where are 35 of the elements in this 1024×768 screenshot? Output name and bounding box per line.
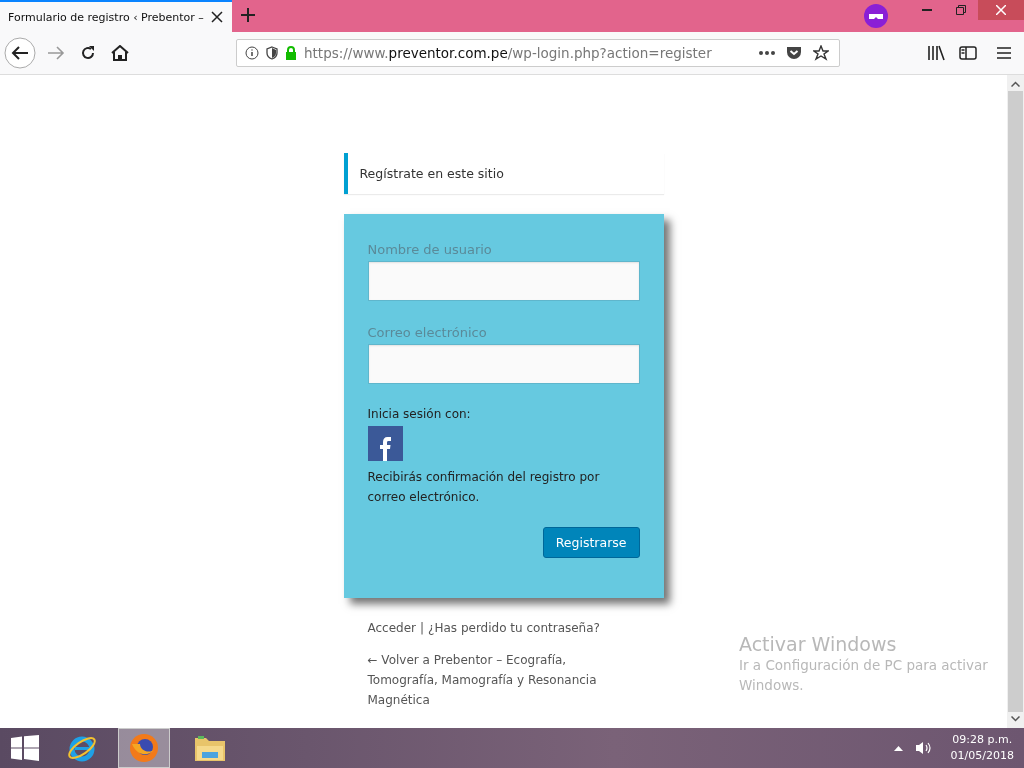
info-icon <box>245 46 259 60</box>
clock-time: 09:28 p.m. <box>952 732 1013 748</box>
login-link[interactable]: Acceder <box>367 618 416 638</box>
folder-icon <box>194 734 226 762</box>
clock-date: 01/05/2018 <box>950 748 1014 764</box>
lost-password-link[interactable]: ¿Has perdido tu contraseña? <box>428 618 600 638</box>
field-label: Correo electrónico <box>367 325 488 340</box>
private-mask-icon <box>864 4 888 28</box>
facebook-button[interactable] <box>367 426 403 461</box>
browser-tab[interactable]: Formulario de registro ‹ Prebentor – <box>0 0 232 32</box>
close-icon[interactable] <box>978 0 1024 20</box>
shield-icon <box>266 46 278 60</box>
input-field[interactable] <box>367 344 640 384</box>
taskbar-app[interactable] <box>118 728 170 768</box>
input-field[interactable] <box>367 261 640 301</box>
tab-title: Formulario de registro ‹ Prebentor – <box>8 10 204 24</box>
back-icon[interactable] <box>4 37 36 69</box>
register-button[interactable]: Registrarse <box>542 527 640 558</box>
fox-globe-icon <box>128 732 160 764</box>
windows-logo-icon <box>11 735 39 761</box>
link-separator: | <box>420 620 425 637</box>
activation-text: Ir a Configuración de PC para activar Windows. <box>739 656 989 695</box>
scroll-up-icon <box>1011 81 1020 87</box>
close-tab-icon[interactable] <box>210 10 224 24</box>
address-bar[interactable]: https://www.preventor.com.pe/wp-login.php?action=register <box>236 39 840 67</box>
url-text: https://www.preventor.com.pe/wp-login.php?action=register <box>304 45 713 61</box>
notice-text: Regístrate en este sitio <box>343 153 664 194</box>
scroll-down-icon <box>1011 716 1020 722</box>
back-link[interactable]: ← Volver a Prebentor – Ecografía, Tomografía, Mamografía y Resonancia Magnética <box>343 638 664 710</box>
scroll-thumb[interactable] <box>1008 91 1023 712</box>
social-label: Inicia sesión con: <box>367 406 472 423</box>
info-text: Recibirás confirmación del registro por correo electrónico. <box>367 469 601 506</box>
activation-title: Activar Windows <box>739 633 898 655</box>
field-label: Nombre de usuario <box>367 242 493 257</box>
facebook-f-icon <box>379 437 391 461</box>
